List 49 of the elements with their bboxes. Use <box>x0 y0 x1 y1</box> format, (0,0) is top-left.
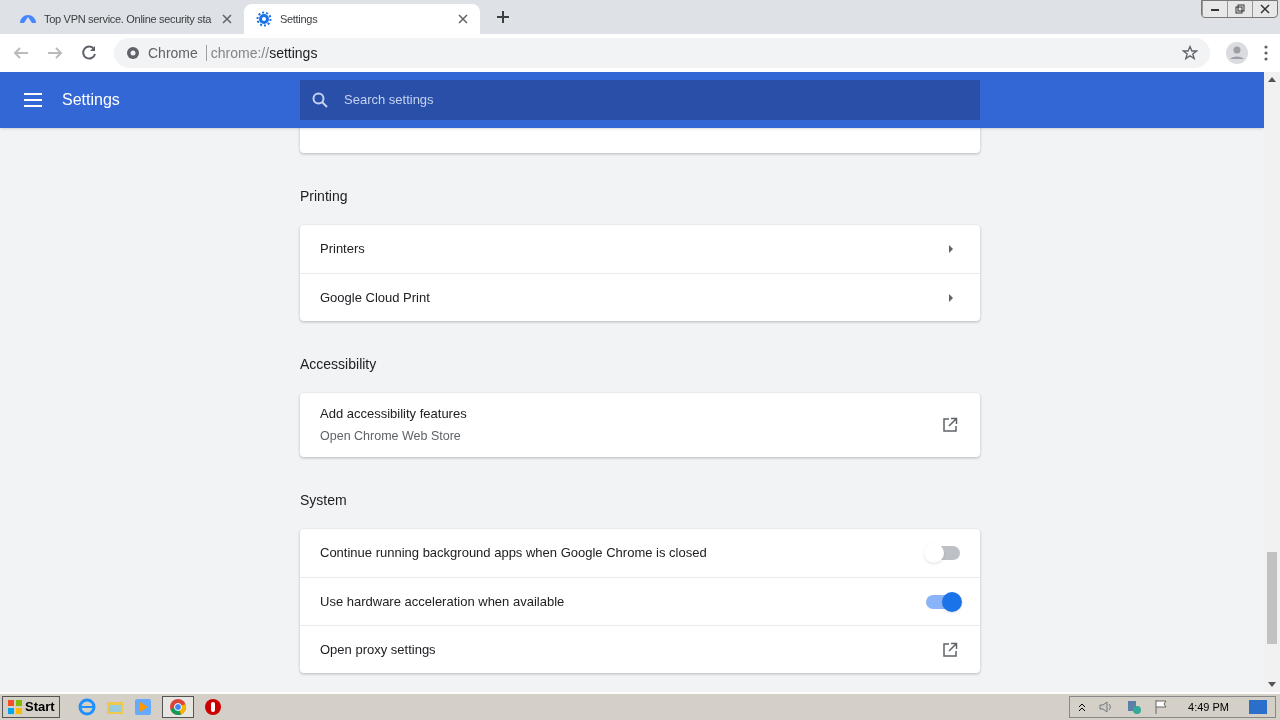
row-label: Add accessibility features <box>320 405 467 424</box>
row-label: Printers <box>320 240 365 259</box>
external-link-icon[interactable] <box>942 641 958 658</box>
avatar-icon[interactable] <box>1226 42 1248 64</box>
url-text: chrome://settings <box>210 43 318 63</box>
search-icon <box>312 92 328 108</box>
toggle-switch[interactable] <box>926 546 960 560</box>
section-title: Printing <box>300 187 349 206</box>
tab[interactable]: Settings <box>244 4 480 34</box>
row-label: Google Cloud Print <box>320 288 430 307</box>
address-bar[interactable]: Chrome chrome://settings <box>114 38 1210 68</box>
new-tab-icon[interactable] <box>496 10 510 24</box>
chevron-icon[interactable] <box>1078 702 1087 712</box>
toggle-switch[interactable] <box>926 594 960 609</box>
flag-icon[interactable] <box>1154 699 1169 715</box>
menu-icon[interactable] <box>1264 45 1268 61</box>
network-icon[interactable] <box>1126 699 1143 715</box>
menu-icon[interactable] <box>24 93 42 107</box>
section-title: System <box>300 491 348 510</box>
star-icon[interactable] <box>1182 45 1198 61</box>
reload-icon[interactable] <box>80 44 98 62</box>
row-sublabel: Open Chrome Web Store <box>320 427 462 445</box>
page-title: Settings <box>62 90 121 110</box>
close-icon[interactable] <box>458 14 468 24</box>
windows-logo-icon <box>7 699 23 715</box>
search-field[interactable]: Search settings <box>300 80 980 120</box>
taskbar-button[interactable] <box>161 696 194 718</box>
search-input[interactable]: Search settings <box>344 90 968 110</box>
external-link-icon[interactable] <box>942 417 958 433</box>
caret-icon[interactable] <box>948 244 954 254</box>
gear-icon <box>256 11 272 27</box>
row-label: Open proxy settings <box>320 640 436 659</box>
chrome-icon <box>126 46 140 60</box>
close-icon[interactable] <box>222 14 232 24</box>
site-label: Chrome <box>148 43 198 63</box>
tab-title: Settings <box>280 11 319 27</box>
row-label: Continue running background apps when Google Chrome is closed <box>320 544 707 563</box>
caret-icon[interactable] <box>948 292 954 303</box>
clock: 4:49 PM <box>1188 699 1229 715</box>
down-arrow-icon[interactable] <box>1268 682 1276 688</box>
stop-icon[interactable] <box>203 698 222 716</box>
start-button[interactable]: Start <box>2 696 60 718</box>
section-title: Accessibility <box>300 355 378 374</box>
up-arrow-icon[interactable] <box>1268 76 1276 82</box>
tab-title: Top VPN service. Online security sta <box>44 11 213 27</box>
chrome-icon <box>168 698 187 716</box>
scrollbar-thumb[interactable] <box>1267 552 1277 644</box>
row-label: Use hardware acceleration when available <box>320 592 565 611</box>
dome-icon <box>20 15 36 23</box>
